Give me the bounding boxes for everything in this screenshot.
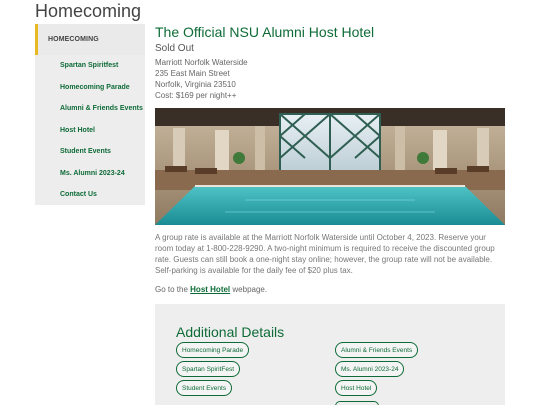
additional-details-panel: Additional Details Homecoming Parade Alu… (155, 304, 505, 405)
details-link-host-hotel[interactable]: Host Hotel (335, 380, 378, 396)
details-link-student-events[interactable]: Student Events (176, 380, 233, 396)
sidebar-item-student-events[interactable]: Student Events (35, 141, 145, 163)
hotel-pool-photo (155, 108, 505, 225)
sidebar-nav: HOMECOMING Spartan Spiritfest Homecoming… (35, 24, 145, 205)
hotel-webpage-line: Go to the Host Hotel webpage. (155, 285, 507, 294)
additional-details-title: Additional Details (176, 324, 285, 340)
details-link-partial[interactable] (335, 401, 379, 405)
main-content: The Official NSU Alumni Host Hotel Sold … (155, 24, 507, 294)
sidebar-item-host-hotel[interactable]: Host Hotel (35, 120, 145, 142)
sidebar-header[interactable]: HOMECOMING (35, 24, 145, 55)
details-link-spartan-spiritfest[interactable]: Spartan SpiritFest (176, 361, 241, 377)
hotel-address: Marriott Norfolk Waterside 235 East Main… (155, 57, 507, 101)
hotel-name: Marriott Norfolk Waterside (155, 58, 248, 67)
sold-out-status: Sold Out (155, 43, 194, 54)
sidebar-item-spartan-spiritfest[interactable]: Spartan Spiritfest (35, 55, 145, 77)
details-link-homecoming-parade[interactable]: Homecoming Parade (176, 342, 250, 358)
hotel-street: 235 East Main Street (155, 69, 230, 78)
details-link-ms-alumni[interactable]: Ms. Alumni 2023-24 (335, 361, 405, 377)
goto-prefix: Go to the (155, 285, 188, 294)
hotel-cost: Cost: $169 per night++ (155, 91, 237, 100)
hotel-description: A group rate is available at the Marriot… (155, 233, 495, 275)
hotel-city: Norfolk, Virginia 23510 (155, 80, 236, 89)
goto-suffix: webpage. (232, 285, 268, 294)
sidebar-item-ms-alumni[interactable]: Ms. Alumni 2023-24 (35, 163, 145, 185)
sidebar-item-contact-us[interactable]: Contact Us (35, 184, 145, 206)
sidebar-item-alumni-friends-events[interactable]: Alumni & Friends Events (35, 98, 145, 120)
details-link-alumni-friends-events[interactable]: Alumni & Friends Events (335, 342, 419, 358)
host-hotel-link[interactable]: Host Hotel (190, 285, 230, 294)
page-heading: Homecoming (35, 1, 142, 21)
hotel-title: The Official NSU Alumni Host Hotel (155, 24, 375, 40)
sidebar-item-homecoming-parade[interactable]: Homecoming Parade (35, 77, 145, 99)
